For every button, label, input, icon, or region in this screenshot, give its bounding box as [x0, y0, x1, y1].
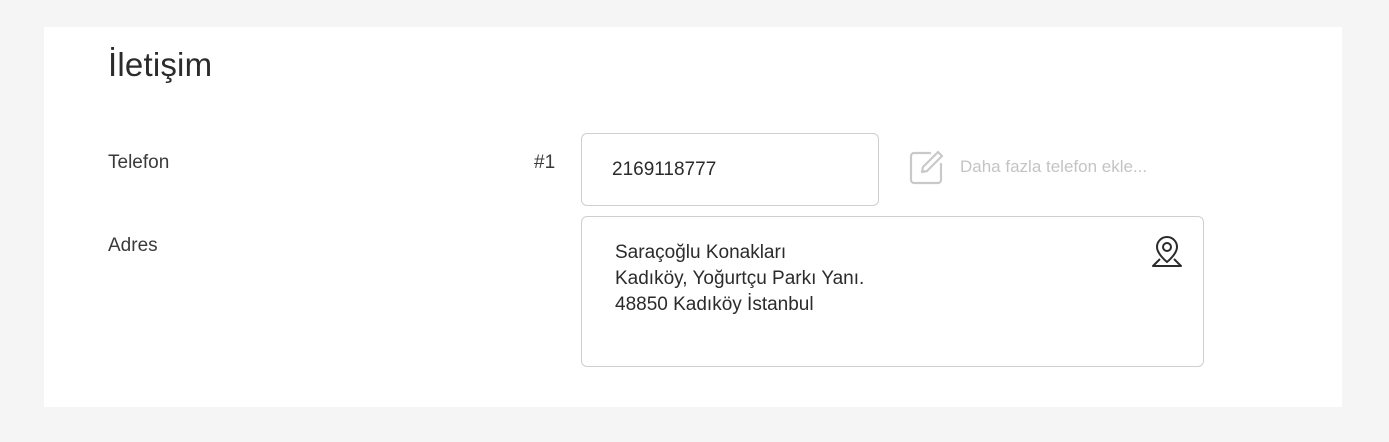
address-line-1: Saraçoğlu Konakları	[615, 242, 787, 263]
address-line-2: Kadıköy, Yoğurtçu Parkı Yanı.	[615, 268, 865, 289]
add-phone-button[interactable]: Daha fazla telefon ekle...	[908, 147, 1147, 187]
edit-icon	[908, 148, 946, 186]
add-phone-label: Daha fazla telefon ekle...	[960, 157, 1148, 176]
phone-input[interactable]	[581, 133, 879, 206]
address-line-3: 48850 Kadıköy İstanbul	[615, 294, 814, 315]
section-title: İletişim	[108, 46, 213, 83]
phone-label: Telefon	[108, 152, 170, 173]
map-pin-icon[interactable]	[1149, 233, 1185, 269]
address-field[interactable]: Saraçoğlu Konakları Kadıköy, Yoğurtçu Pa…	[581, 216, 1204, 367]
address-text: Saraçoğlu Konakları Kadıköy, Yoğurtçu Pa…	[615, 240, 864, 318]
phone-index-label: #1	[534, 152, 556, 173]
address-label: Adres	[108, 235, 158, 256]
contact-card: İletişim Telefon #1 Daha fazla telefon e…	[44, 27, 1342, 407]
